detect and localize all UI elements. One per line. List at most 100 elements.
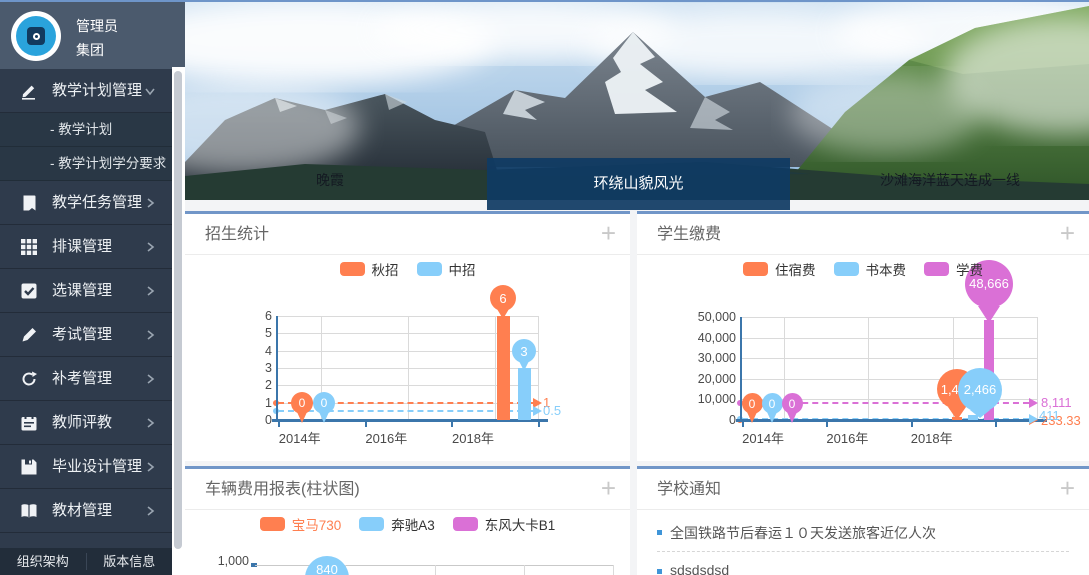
sidebar-item[interactable]: 教材管理 bbox=[0, 489, 172, 533]
avatar-dot-icon bbox=[33, 33, 40, 40]
notebook-icon bbox=[20, 194, 38, 212]
sidebar-footer-tab[interactable]: 组织架构 bbox=[0, 548, 86, 575]
sidebar-item-label: 教学任务管理 bbox=[52, 181, 142, 225]
y-axis-label: 6 bbox=[230, 309, 272, 323]
sidebar-item[interactable]: 选课管理 bbox=[0, 269, 172, 313]
legend-swatch bbox=[340, 262, 365, 276]
carousel-caption[interactable]: 晚霞 bbox=[225, 160, 435, 200]
sidebar-item[interactable]: 考试管理 bbox=[0, 313, 172, 357]
sidebar-item[interactable]: 毕业设计管理 bbox=[0, 445, 172, 489]
sidebar-subitem-label: - 教学计划 bbox=[50, 113, 112, 147]
avatar-ring-icon bbox=[16, 16, 56, 56]
check-square-icon bbox=[20, 282, 38, 300]
legend-item[interactable]: 宝马730 bbox=[260, 514, 342, 534]
legend-item[interactable]: 学费 bbox=[924, 259, 983, 279]
legend-swatch bbox=[834, 262, 859, 276]
data-balloon: 0 bbox=[291, 392, 313, 414]
calendar-icon bbox=[20, 414, 38, 432]
sidebar-item[interactable]: 补考管理 bbox=[0, 357, 172, 401]
legend-swatch bbox=[924, 262, 949, 276]
sidebar-subitem[interactable]: - 教学计划学分要求 bbox=[0, 147, 172, 181]
bullet-icon bbox=[657, 569, 662, 574]
sidebar-item[interactable]: 排课管理 bbox=[0, 225, 172, 269]
y-axis-label: 20,000 bbox=[694, 372, 736, 386]
plus-icon[interactable]: + bbox=[1060, 473, 1075, 504]
legend-swatch bbox=[743, 262, 768, 276]
sidebar-item[interactable]: 教师评教 bbox=[0, 401, 172, 445]
bar-中招 bbox=[518, 368, 531, 420]
legend-item[interactable]: 秋招 bbox=[340, 259, 399, 279]
sidebar-subitem[interactable]: - 教学计划 bbox=[0, 113, 172, 147]
panel-notices-header: 学校通知 + bbox=[637, 469, 1089, 510]
legend-label: 奔驰A3 bbox=[391, 514, 435, 534]
refresh-icon bbox=[20, 370, 38, 388]
x-axis-tick bbox=[995, 422, 997, 427]
legend-item[interactable]: 住宿费 bbox=[743, 259, 816, 279]
top-accent-line bbox=[0, 0, 1089, 2]
notice-item[interactable]: 全国铁路节后春运１０天发送旅客近亿人次 bbox=[657, 523, 1069, 553]
y-axis-label: 0 bbox=[694, 413, 736, 427]
legend-label: 住宿费 bbox=[775, 259, 816, 279]
legend-swatch bbox=[453, 517, 478, 531]
data-balloon-tip bbox=[970, 410, 990, 418]
sidebar-item[interactable]: 教学计划管理 bbox=[0, 69, 172, 113]
sidebar-footer-tab[interactable]: 版本信息 bbox=[87, 548, 173, 575]
notice-text: 全国铁路节后春运１０天发送旅客近亿人次 bbox=[670, 523, 936, 543]
x-axis-tick bbox=[278, 422, 280, 427]
chevron-right-icon bbox=[142, 239, 158, 255]
data-balloon-tip bbox=[519, 361, 529, 371]
y-axis-label: 40,000 bbox=[694, 331, 736, 345]
markline-arrow-icon bbox=[1029, 414, 1038, 424]
sidebar-scrollbar-track bbox=[172, 67, 185, 575]
grid-line bbox=[868, 317, 869, 420]
grid-line bbox=[613, 565, 614, 575]
data-balloon: 6 bbox=[490, 285, 516, 311]
y-axis-label: 50,000 bbox=[694, 310, 736, 324]
legend-swatch bbox=[359, 517, 384, 531]
x-axis-tick bbox=[911, 422, 913, 427]
sidebar-item-label: 教材管理 bbox=[52, 489, 112, 533]
sidebar-item-label: 毕业设计管理 bbox=[52, 445, 142, 489]
plus-icon[interactable]: + bbox=[601, 218, 616, 249]
legend-label: 秋招 bbox=[372, 259, 399, 279]
carousel-caption-active[interactable]: 环绕山貌风光 bbox=[487, 158, 790, 210]
chevron-right-icon bbox=[142, 371, 158, 387]
data-balloon: 840 bbox=[305, 556, 349, 575]
sidebar-footer: 组织架构版本信息 bbox=[0, 548, 172, 575]
notice-item[interactable]: sdsdsdsd bbox=[657, 562, 1069, 575]
carousel-caption[interactable]: 沙滩海洋蓝天连成一线 bbox=[815, 160, 1085, 200]
data-balloon: 0 bbox=[762, 393, 783, 414]
plus-icon[interactable]: + bbox=[1060, 218, 1075, 249]
markline-label: 411 bbox=[1039, 408, 1060, 423]
sidebar-scrollbar-thumb[interactable] bbox=[174, 71, 182, 549]
sidebar-item[interactable]: 教学任务管理 bbox=[0, 181, 172, 225]
x-axis-tick bbox=[538, 422, 540, 427]
sidebar: 管理员 集团 教学计划管理- 教学计划- 教学计划学分要求教学任务管理排课管理选… bbox=[0, 2, 185, 575]
sidebar-item-partial[interactable] bbox=[0, 533, 172, 546]
user-name: 管理员 bbox=[76, 16, 118, 36]
avatar-core-icon bbox=[27, 27, 45, 45]
sidebar-item-label: 考试管理 bbox=[52, 313, 112, 357]
bar-秋招 bbox=[497, 316, 510, 420]
plus-icon[interactable]: + bbox=[601, 473, 616, 504]
data-balloon-tip bbox=[497, 309, 509, 319]
x-axis-tick bbox=[365, 422, 367, 427]
enrollment-chart: 秋招中招01234562014年2016年2018年10.50063 bbox=[185, 255, 630, 461]
floppy-icon bbox=[20, 458, 38, 476]
y-axis-label: 2 bbox=[230, 378, 272, 392]
legend-label: 东风大卡B1 bbox=[485, 514, 556, 534]
y-axis-label: 3 bbox=[230, 361, 272, 375]
legend-item[interactable]: 奔驰A3 bbox=[359, 514, 435, 534]
x-axis-tick bbox=[742, 422, 744, 427]
legend-item[interactable]: 东风大卡B1 bbox=[453, 514, 556, 534]
notice-text: sdsdsdsd bbox=[670, 562, 729, 575]
pencil-icon bbox=[20, 82, 38, 100]
legend-item[interactable]: 中招 bbox=[417, 259, 476, 279]
chevron-right-icon bbox=[142, 459, 158, 475]
user-org: 集团 bbox=[76, 40, 104, 60]
carousel[interactable]: 晚霞环绕山貌风光沙滩海洋蓝天连成一线 bbox=[185, 2, 1089, 200]
data-balloon: 0 bbox=[742, 393, 763, 414]
y-axis-label: 4 bbox=[230, 344, 272, 358]
chevron-right-icon bbox=[142, 283, 158, 299]
legend-item[interactable]: 书本费 bbox=[834, 259, 907, 279]
